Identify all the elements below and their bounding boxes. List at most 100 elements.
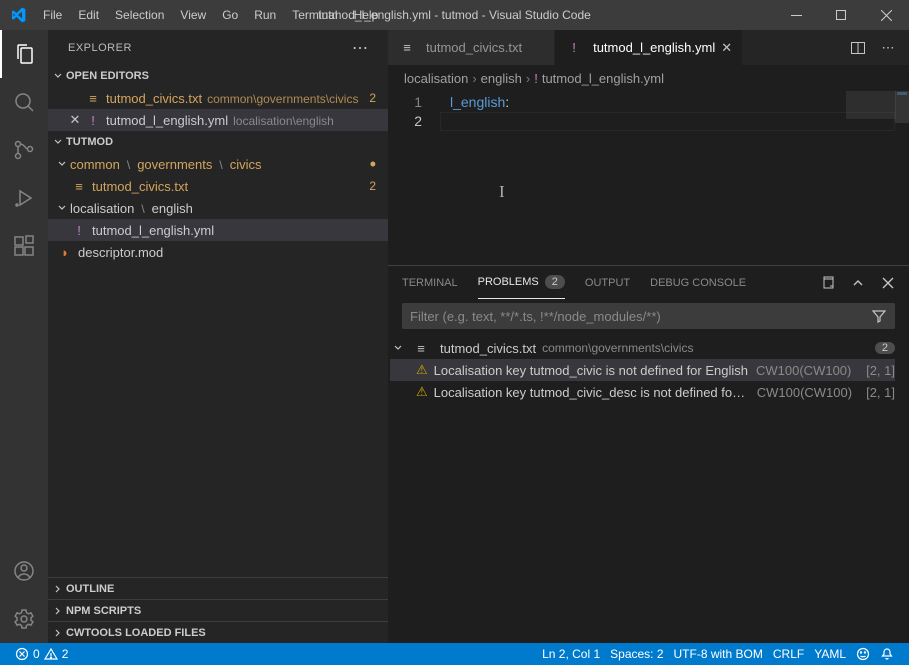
bottom-panel: TERMINAL PROBLEMS 2 OUTPUT DEBUG CONSOLE bbox=[388, 265, 909, 643]
tree-folder[interactable]: localisation\english bbox=[48, 197, 388, 219]
menubar: File Edit Selection View Go Run Terminal… bbox=[35, 0, 386, 30]
problems-filter[interactable] bbox=[402, 303, 895, 329]
filter-input[interactable] bbox=[410, 309, 871, 324]
problems-group[interactable]: ≡ tutmod_civics.txt common\governments\c… bbox=[390, 337, 895, 359]
status-line-col[interactable]: Ln 2, Col 1 bbox=[537, 647, 605, 661]
panel-tab-problems[interactable]: PROBLEMS 2 bbox=[478, 266, 565, 299]
tab-close-icon[interactable]: ✕ bbox=[721, 40, 732, 56]
activity-extensions[interactable] bbox=[0, 222, 48, 270]
file-yaml-icon: ! bbox=[565, 40, 583, 55]
maximize-button[interactable] bbox=[819, 0, 864, 30]
activity-debug[interactable] bbox=[0, 174, 48, 222]
chevron-down-icon bbox=[390, 342, 406, 354]
more-actions-icon[interactable]: ⋯ bbox=[877, 37, 899, 59]
panel-tabs: TERMINAL PROBLEMS 2 OUTPUT DEBUG CONSOLE bbox=[388, 266, 909, 299]
menu-file[interactable]: File bbox=[35, 0, 70, 30]
status-bell-icon[interactable] bbox=[875, 647, 899, 661]
menu-view[interactable]: View bbox=[172, 0, 214, 30]
activity-settings[interactable] bbox=[0, 595, 48, 643]
current-line-highlight bbox=[440, 112, 895, 131]
sidebar-header: EXPLORER ⋯ bbox=[48, 30, 388, 65]
panel-restore-icon[interactable] bbox=[821, 276, 835, 290]
sidebar-more-icon[interactable]: ⋯ bbox=[352, 38, 368, 58]
file-yaml-icon: ! bbox=[70, 223, 88, 238]
titlebar: File Edit Selection View Go Run Terminal… bbox=[0, 0, 909, 30]
line-gutter: 1 2 bbox=[388, 91, 440, 131]
breadcrumb-item[interactable]: english bbox=[481, 71, 522, 86]
open-editor-item[interactable]: ≡ tutmod_civics.txt common\governments\c… bbox=[48, 87, 388, 109]
menu-terminal[interactable]: Terminal bbox=[284, 0, 345, 30]
status-eol[interactable]: CRLF bbox=[768, 647, 809, 661]
chevron-right-icon bbox=[50, 627, 66, 639]
tree-file[interactable]: ◗ descriptor.mod bbox=[48, 241, 388, 263]
warning-icon: ⚠ bbox=[416, 384, 428, 400]
breadcrumbs[interactable]: localisation › english › ! tutmod_l_engl… bbox=[388, 65, 909, 91]
menu-edit[interactable]: Edit bbox=[70, 0, 107, 30]
section-npm[interactable]: NPM SCRIPTS bbox=[48, 599, 388, 621]
split-editor-icon[interactable] bbox=[847, 37, 869, 59]
editor-tab[interactable]: ! tutmod_l_english.yml ✕ bbox=[555, 30, 743, 65]
section-cwtools[interactable]: CWTOOLS LOADED FILES bbox=[48, 621, 388, 643]
menu-run[interactable]: Run bbox=[246, 0, 284, 30]
file-text-icon: ≡ bbox=[84, 91, 102, 106]
panel-tab-output[interactable]: OUTPUT bbox=[585, 266, 630, 299]
section-open-editors[interactable]: OPEN EDITORS bbox=[48, 65, 388, 87]
open-editor-item[interactable]: ✕ ! tutmod_l_english.yml localisation\en… bbox=[48, 109, 388, 131]
status-spaces[interactable]: Spaces: 2 bbox=[605, 647, 668, 661]
menu-selection[interactable]: Selection bbox=[107, 0, 172, 30]
tab-actions: ⋯ bbox=[837, 30, 909, 65]
file-text-icon: ≡ bbox=[398, 40, 416, 55]
section-outline[interactable]: OUTLINE bbox=[48, 577, 388, 599]
minimap[interactable] bbox=[859, 91, 909, 265]
code-editor[interactable]: 1 2 l_english: bbox=[388, 91, 909, 265]
badge-count: 2 bbox=[369, 91, 376, 105]
scrollbar[interactable] bbox=[895, 91, 909, 265]
vscode-logo-icon bbox=[0, 7, 35, 23]
chevron-down-icon bbox=[50, 136, 66, 148]
file-text-icon: ≡ bbox=[70, 179, 88, 194]
window-controls bbox=[774, 0, 909, 30]
close-button[interactable] bbox=[864, 0, 909, 30]
chevron-right-icon: › bbox=[526, 71, 530, 86]
activity-account[interactable] bbox=[0, 547, 48, 595]
menu-help[interactable]: Help bbox=[346, 0, 387, 30]
status-language[interactable]: YAML bbox=[809, 647, 851, 661]
panel-maximize-icon[interactable] bbox=[851, 276, 865, 290]
file-mod-icon: ◗ bbox=[56, 245, 74, 260]
section-folder[interactable]: TUTMOD bbox=[48, 131, 388, 153]
status-problems[interactable]: 0 2 bbox=[10, 643, 73, 665]
panel-close-icon[interactable] bbox=[881, 276, 895, 290]
problems-count-badge: 2 bbox=[545, 275, 565, 289]
chevron-right-icon: › bbox=[472, 71, 476, 86]
tree-file[interactable]: ≡ tutmod_civics.txt 2 bbox=[48, 175, 388, 197]
filter-icon[interactable] bbox=[871, 308, 887, 324]
sidebar-title: EXPLORER bbox=[68, 42, 132, 54]
chevron-down-icon bbox=[54, 202, 70, 214]
minimize-button[interactable] bbox=[774, 0, 819, 30]
tree-folder[interactable]: common\governments\civics • bbox=[48, 153, 388, 175]
panel-tab-debug[interactable]: DEBUG CONSOLE bbox=[650, 266, 746, 299]
menu-go[interactable]: Go bbox=[214, 0, 246, 30]
chevron-right-icon bbox=[50, 605, 66, 617]
activity-explorer[interactable] bbox=[0, 30, 48, 78]
badge-count: 2 bbox=[369, 179, 376, 193]
editor-tab[interactable]: ≡ tutmod_civics.txt bbox=[388, 30, 555, 65]
activity-search[interactable] bbox=[0, 78, 48, 126]
tree-file[interactable]: ! tutmod_l_english.yml bbox=[48, 219, 388, 241]
code-content: l_english: bbox=[450, 93, 509, 112]
warning-icon: ⚠ bbox=[416, 362, 428, 378]
close-editor-icon[interactable]: ✕ bbox=[66, 112, 84, 128]
status-encoding[interactable]: UTF-8 with BOM bbox=[669, 647, 768, 661]
editor-area: ≡ tutmod_civics.txt ! tutmod_l_english.y… bbox=[388, 30, 909, 643]
file-text-icon: ≡ bbox=[412, 341, 430, 356]
file-yaml-icon: ! bbox=[534, 71, 538, 86]
editor-tabs: ≡ tutmod_civics.txt ! tutmod_l_english.y… bbox=[388, 30, 909, 65]
status-feedback-icon[interactable] bbox=[851, 647, 875, 661]
problem-row[interactable]: ⚠ Localisation key tutmod_civic_desc is … bbox=[390, 381, 895, 403]
problem-row[interactable]: ⚠ Localisation key tutmod_civic is not d… bbox=[390, 359, 895, 381]
breadcrumb-item[interactable]: localisation bbox=[404, 71, 468, 86]
breadcrumb-item[interactable]: tutmod_l_english.yml bbox=[542, 71, 664, 86]
panel-tab-terminal[interactable]: TERMINAL bbox=[402, 266, 458, 299]
chevron-down-icon bbox=[50, 70, 66, 82]
activity-scm[interactable] bbox=[0, 126, 48, 174]
